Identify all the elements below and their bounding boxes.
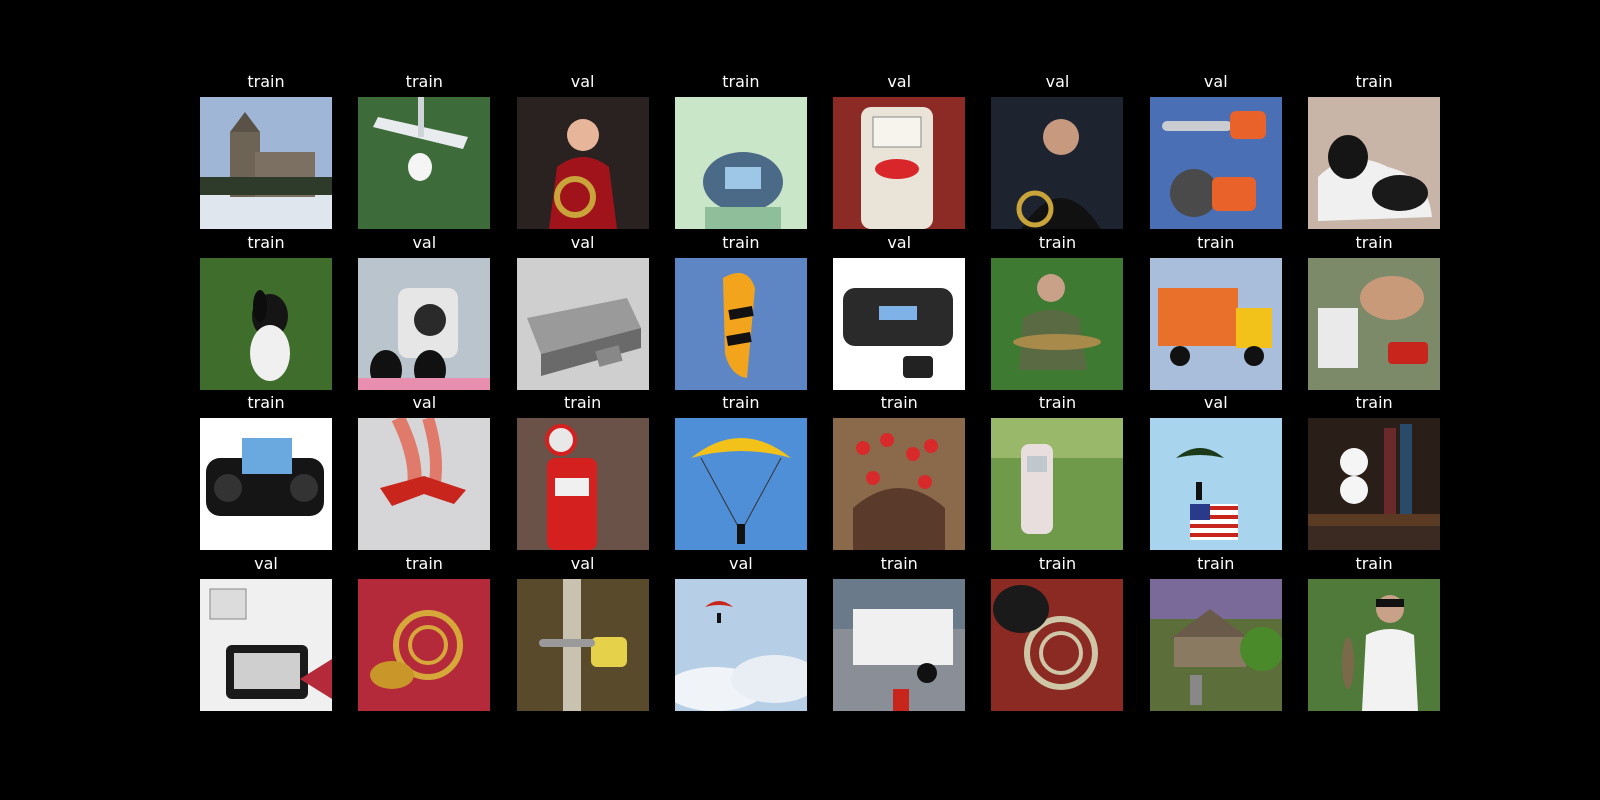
image-tile: val	[833, 72, 966, 233]
golf-balls-on-shelf-photo	[1308, 418, 1441, 550]
split-label: train	[722, 393, 760, 412]
image-tile: val	[674, 554, 807, 715]
split-label: val	[570, 72, 595, 91]
split-label: train	[722, 232, 760, 252]
stone-church-graveyard-photo	[1149, 578, 1282, 711]
cassette-player-photo	[200, 578, 332, 711]
split-label: train	[1355, 72, 1393, 91]
man-with-fish-photo	[991, 257, 1124, 390]
image-tile: val	[516, 72, 649, 233]
image-tile: train	[1308, 393, 1441, 554]
image-tile: train	[991, 554, 1124, 715]
church-in-snow-photo	[200, 97, 332, 229]
image-tile: val	[1149, 72, 1282, 233]
image-tile: train	[200, 72, 332, 233]
split-label: val	[412, 232, 437, 252]
image-tile: val	[358, 233, 491, 394]
image-tile: val	[516, 233, 649, 394]
roses-on-church-arch-photo	[833, 418, 966, 550]
image-tile: train	[200, 393, 332, 554]
split-label: train	[880, 553, 918, 573]
image-tile: train	[1308, 554, 1441, 715]
boy-playing-french-horn-photo	[991, 97, 1124, 229]
split-label: train	[1038, 553, 1077, 573]
split-label: train	[1197, 232, 1235, 252]
image-tile: train	[674, 393, 807, 554]
image-tile: train	[674, 72, 807, 233]
image-tile: val	[516, 554, 649, 715]
split-label: val	[254, 553, 278, 573]
red-gas-pump-photo	[516, 418, 649, 550]
garbage-truck-photo	[1149, 257, 1282, 390]
image-tile: train	[358, 72, 491, 233]
split-label: train	[405, 72, 443, 91]
french-horn-on-red-photo	[358, 578, 491, 711]
split-label: val	[1203, 72, 1228, 91]
springer-spaniel-lying-photo	[1308, 97, 1441, 229]
yellow-parachute-photo	[674, 257, 807, 390]
parachute-with-flag-photo	[1149, 418, 1282, 550]
chainsaw-and-saw-photo	[1149, 97, 1282, 229]
image-tile: train	[1308, 233, 1441, 394]
boombox-with-screen-photo	[200, 418, 332, 550]
split-label: val	[412, 393, 437, 412]
split-label: train	[1038, 232, 1077, 252]
split-label: val	[887, 232, 912, 252]
split-label: val	[570, 232, 595, 252]
image-tile: train	[1149, 233, 1282, 394]
split-label: val	[729, 553, 753, 573]
split-label: train	[722, 72, 760, 91]
man-with-chainsaw-photo	[1308, 257, 1441, 390]
image-grid: train train val train val val val train train val…	[200, 72, 1441, 715]
radio-alarm-clock-photo	[516, 257, 649, 390]
split-label: train	[563, 393, 602, 412]
image-tile: val	[833, 233, 966, 394]
french-horn-on-rug-photo	[991, 578, 1124, 711]
image-tile: val	[991, 72, 1124, 233]
image-tile: train	[991, 393, 1124, 554]
image-tile: train	[991, 233, 1124, 394]
image-tile: val	[200, 554, 332, 715]
split-label: val	[1203, 393, 1228, 412]
parachute-in-clouds-photo	[674, 578, 807, 711]
split-label: train	[1355, 393, 1393, 412]
parachutist-sky-photo	[674, 418, 807, 550]
image-tile: val	[358, 393, 491, 554]
image-tile: train	[674, 233, 807, 394]
garbage-truck-street-photo	[833, 578, 966, 711]
image-tile: train	[833, 393, 966, 554]
portable-cd-player-photo	[833, 257, 966, 390]
esso-gas-pump-photo	[833, 97, 966, 229]
woman-with-french-horn-photo	[516, 97, 649, 229]
split-label: train	[1197, 553, 1235, 573]
split-label: train	[405, 553, 443, 573]
image-tile: train	[200, 233, 332, 394]
split-label: train	[247, 72, 285, 91]
cd-player-photo	[674, 97, 807, 229]
image-tile: train	[833, 554, 966, 715]
split-label: train	[1038, 393, 1077, 412]
man-holding-fish-photo	[1308, 578, 1441, 711]
split-label: train	[1355, 232, 1393, 252]
image-tile: train	[358, 554, 491, 715]
split-label: train	[247, 232, 285, 252]
chainsaw-on-log-photo	[516, 578, 649, 711]
aerobatic-plane-smoke-photo	[358, 418, 491, 550]
split-label: val	[570, 553, 595, 573]
retro-cd-player-photo	[358, 257, 491, 390]
image-tile: train	[516, 393, 649, 554]
springer-spaniel-on-grass-photo	[200, 257, 332, 390]
image-tile: train	[1308, 72, 1441, 233]
old-gas-pump-garden-photo	[991, 418, 1124, 550]
golf-putter-and-ball-photo	[358, 97, 491, 229]
split-label: val	[887, 72, 912, 91]
split-label: train	[247, 393, 285, 412]
image-tile: train	[1149, 554, 1282, 715]
split-label: train	[880, 393, 918, 412]
image-tile: val	[1149, 393, 1282, 554]
split-label: train	[1355, 553, 1393, 573]
split-label: val	[1045, 72, 1070, 91]
